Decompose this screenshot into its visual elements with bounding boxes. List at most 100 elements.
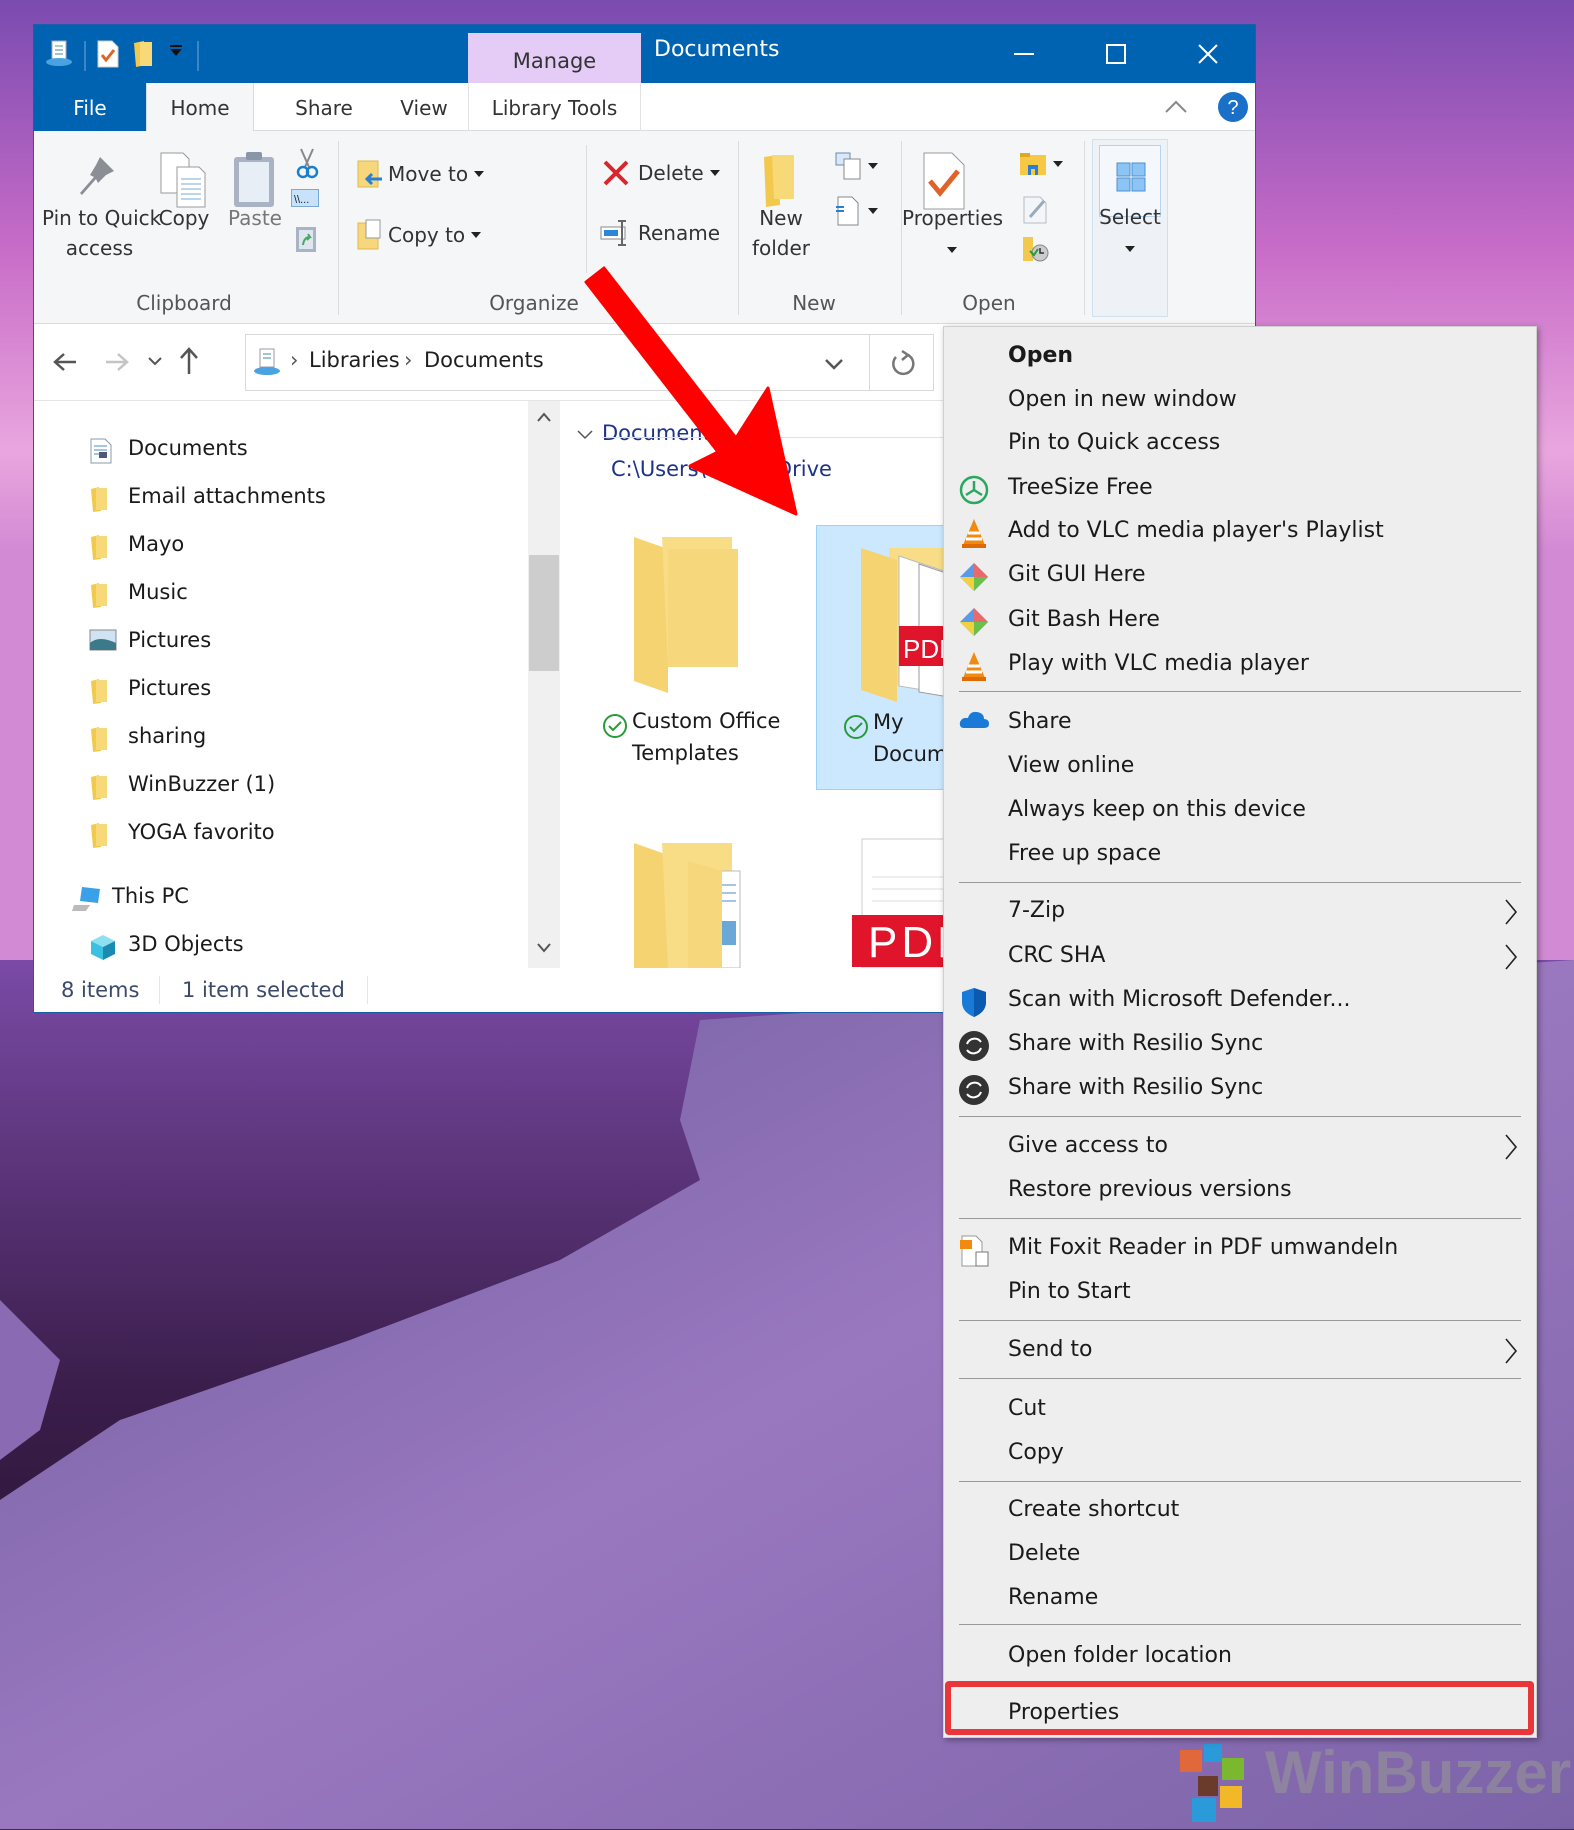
group-header[interactable]: Documents [602,421,722,445]
tab-file[interactable]: File [34,83,146,131]
properties-qat-icon[interactable] [44,39,74,69]
scroll-up-icon[interactable] [536,411,552,423]
context-menu-item[interactable]: Share [944,701,1536,745]
properties-check-icon[interactable] [96,39,120,69]
nav-item[interactable]: Documents [34,429,494,473]
nav-item[interactable]: Email attachments [34,477,494,521]
menu-item-label: 7-Zip [1008,898,1066,923]
menu-item-label: Open [1008,343,1074,368]
menu-item-label: Delete [1008,1541,1081,1566]
close-button[interactable] [1178,33,1238,75]
nav-item[interactable]: WinBuzzer (1) [34,765,494,809]
context-menu-item[interactable]: Create shortcut [944,1489,1536,1533]
context-menu-item[interactable]: Copy [944,1432,1536,1476]
folder-icon [89,821,113,849]
context-menu-item[interactable]: Always keep on this device [944,789,1536,833]
back-arrow-icon[interactable] [52,350,78,374]
context-menu-item[interactable]: Delete [944,1533,1536,1577]
context-menu-item[interactable]: Restore previous versions [944,1169,1536,1213]
paste-button[interactable]: Paste [220,203,290,233]
tab-library-tools[interactable]: Library Tools [468,83,641,131]
breadcrumb-separator-icon[interactable]: › [404,348,412,372]
properties-button[interactable]: Properties [902,203,1003,263]
context-menu-item[interactable]: 7-Zip [944,890,1536,934]
copy-path-icon[interactable]: \\... [291,189,319,207]
easy-access-button[interactable] [834,195,878,227]
context-menu-item[interactable]: Cut [944,1388,1536,1432]
up-arrow-icon[interactable] [177,346,201,376]
context-menu-item[interactable]: Share with Resilio Sync [944,1023,1536,1067]
collapse-ribbon-icon[interactable] [1164,97,1188,115]
selection-count: 1 item selected [182,978,345,1002]
scrollbar-thumb[interactable] [529,555,559,671]
copy-to-button[interactable]: Copy to [356,219,482,251]
context-menu-item[interactable]: TreeSize Free [944,467,1536,511]
nav-item[interactable]: YOGA favorito [34,813,494,857]
tab-share[interactable]: Share [279,83,369,131]
pin-to-quick-access-button[interactable]: Pin to Quick access [42,203,161,263]
context-menu-item[interactable]: Play with VLC media player [944,643,1536,687]
context-menu-item[interactable]: Scan with Microsoft Defender... [944,979,1536,1023]
select-button[interactable]: Select [1092,139,1168,317]
new-folder-qat-icon[interactable] [132,39,154,69]
context-menu-item[interactable]: Open folder location [944,1635,1536,1679]
new-folder-button[interactable]: New folder [746,203,816,263]
move-to-button[interactable]: Move to [356,159,485,189]
minimize-button[interactable] [994,33,1054,75]
forward-arrow-icon[interactable] [104,350,130,374]
nav-item[interactable]: This PC [34,877,494,921]
cut-icon[interactable] [295,147,319,179]
context-menu-item[interactable]: Pin to Start [944,1271,1536,1315]
context-menu: Open Open in new window Pin to Quick acces… [943,326,1537,1738]
context-menu-item[interactable]: Rename [944,1577,1536,1621]
context-menu-item[interactable]: CRC SHA [944,935,1536,979]
address-history-chevron-icon[interactable] [824,357,844,371]
context-menu-item[interactable]: Give access to [944,1125,1536,1169]
nav-item[interactable]: Pictures [34,621,494,665]
menu-separator [959,691,1521,692]
breadcrumb-documents[interactable]: Documents [424,348,544,372]
context-menu-item[interactable]: Free up space [944,833,1536,877]
help-icon[interactable]: ? [1217,91,1249,123]
maximize-button[interactable] [1086,33,1146,75]
recent-locations-chevron-icon[interactable] [147,354,163,368]
qat-separator [84,41,86,71]
context-menu-item[interactable]: Send to [944,1329,1536,1373]
context-menu-item[interactable]: Share with Resilio Sync [944,1067,1536,1111]
context-menu-item[interactable]: View online [944,745,1536,789]
context-menu-item[interactable]: Git Bash Here [944,599,1536,643]
refresh-button[interactable] [870,334,934,391]
new-item-button[interactable] [834,151,878,181]
context-menu-item[interactable]: Pin to Quick access [944,422,1536,466]
address-bar[interactable]: › Libraries › Documents [245,334,870,391]
rename-button[interactable]: Rename [600,219,720,247]
folder-tile-custom-office-templates[interactable]: Custom Office Templates [602,521,780,781]
tab-home[interactable]: Home [146,83,254,132]
nav-item[interactable]: sharing [34,717,494,761]
nav-pane-scrollbar[interactable] [528,401,560,968]
title-bar[interactable]: Manage Documents [34,25,1255,83]
tab-view[interactable]: View [384,83,464,131]
context-menu-item[interactable]: Open in new window [944,379,1536,423]
dropdown-caret-icon [868,208,878,214]
context-menu-item[interactable]: Add to VLC media player's Playlist [944,510,1536,554]
tab-manage-contextual[interactable]: Manage [468,33,641,83]
nav-item[interactable]: 3D Objects [34,925,494,969]
nav-item[interactable]: Music [34,573,494,617]
breadcrumb-separator-icon[interactable]: › [290,348,298,372]
open-button[interactable] [1019,151,1063,177]
group-collapse-chevron-icon[interactable] [576,429,594,441]
context-menu-item[interactable]: Open [944,335,1536,379]
delete-button[interactable]: Delete [602,159,720,187]
scroll-down-icon[interactable] [536,941,552,953]
context-menu-item[interactable]: Git GUI Here [944,554,1536,598]
context-menu-item[interactable]: Mit Foxit Reader in PDF umwandeln [944,1227,1536,1271]
nav-item[interactable]: Pictures [34,669,494,713]
nav-item[interactable]: Mayo [34,525,494,569]
copy-button[interactable]: Copy [149,203,219,233]
edit-icon[interactable] [1022,195,1048,225]
history-icon[interactable] [1022,235,1050,263]
qat-customize-dropdown[interactable] [170,49,182,56]
paste-shortcut-icon[interactable] [295,223,317,253]
breadcrumb-libraries[interactable]: Libraries [309,348,400,372]
